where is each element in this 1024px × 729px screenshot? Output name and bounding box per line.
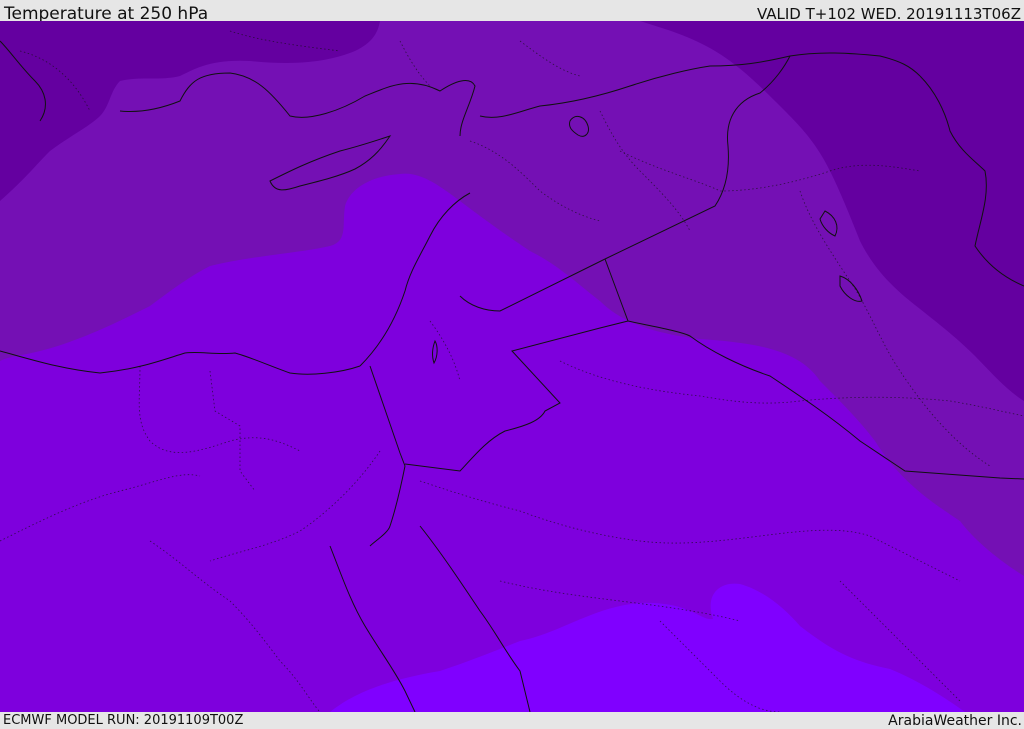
credit-label: ArabiaWeather Inc. [888,713,1022,729]
model-run-label: ECMWF MODEL RUN: 20191109T00Z [3,713,244,728]
header-bar: Temperature at 250 hPa VALID T+102 WED. … [0,0,1024,24]
footer-bar: ECMWF MODEL RUN: 20191109T00Z ArabiaWeat… [0,712,1024,729]
map-canvas [0,21,1024,712]
weather-map[interactable] [0,21,1024,712]
